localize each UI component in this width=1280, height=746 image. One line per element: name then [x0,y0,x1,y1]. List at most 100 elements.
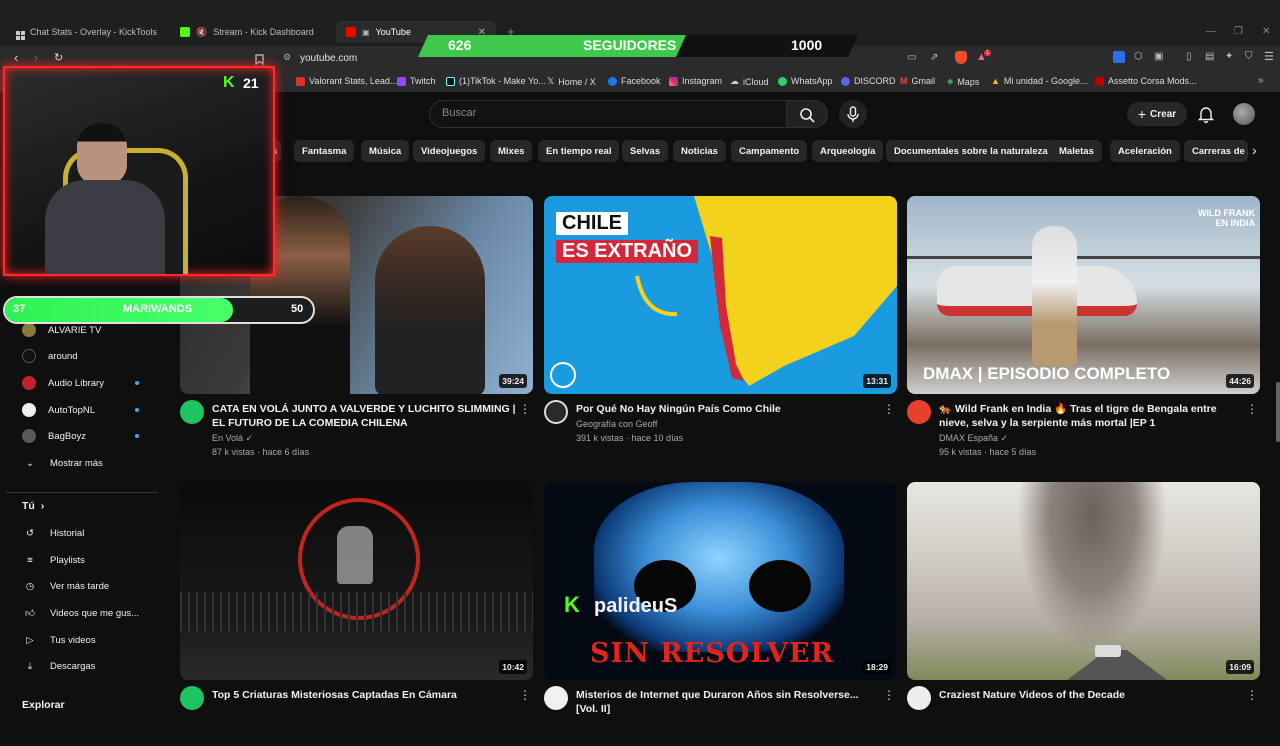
chip[interactable]: Selvas [622,140,669,162]
bookmark-tiktok[interactable]: (1)TikTok - Make Yo... [446,76,546,86]
video-duration: 39:24 [499,374,527,388]
channel-name[interactable]: En Volá ✓ [212,433,253,444]
more-options-icon[interactable]: ⋮ [519,688,531,702]
chip[interactable]: Noticias [673,140,726,162]
video-duration: 13:31 [863,374,891,388]
wallet-icon[interactable]: ▤ [1205,51,1214,62]
extension-icon[interactable] [1113,51,1125,63]
bookmark-discord[interactable]: DISCORD [841,76,896,86]
page-scrollbar[interactable] [1276,382,1280,442]
chip[interactable]: Campamento [731,140,808,162]
channel-avatar[interactable] [180,686,204,710]
chip[interactable]: Documentales sobre la naturaleza [886,140,1056,162]
chip[interactable]: Aceleración [1110,140,1180,162]
extension-icon[interactable]: ⬡ [1134,51,1143,62]
bookmark-icloud[interactable]: ☁ iCloud [730,76,769,87]
vpn-icon[interactable]: ⛉ [1245,51,1253,62]
sidebar-section-explore[interactable]: Explorar [22,698,65,712]
sidebar-icon[interactable]: ▯ [1186,51,1192,62]
brave-shield-icon[interactable] [955,51,967,64]
show-more-button[interactable]: ⌄ Mostrar más [22,453,103,473]
video-title[interactable]: CATA EN VOLÁ JUNTO A VALVERDE Y LUCHITO … [212,402,517,430]
chip[interactable]: Maletas [1051,140,1102,162]
sidebar-item-watch-later[interactable]: ◷ Ver más tarde [22,576,109,596]
ai-icon[interactable]: ✦ [1225,51,1233,62]
share-icon[interactable]: ⇗ [930,52,938,63]
forward-icon[interactable]: › [34,50,38,65]
back-icon[interactable]: ‹ [14,50,18,65]
video-title[interactable]: 🐅 Wild Frank en India 🔥 Tras el tigre de… [939,402,1244,430]
maximize-button[interactable]: ❐ [1234,26,1243,37]
sidebar-item-your-videos[interactable]: ▷ Tus videos [22,630,95,650]
bookmark-twitch[interactable]: Twitch [397,76,436,86]
sidebar-item-history[interactable]: ↺ Historial [22,523,84,543]
notifications-button[interactable] [1196,104,1216,124]
bookmark-valorant[interactable]: Valorant Stats, Lead... [296,76,397,86]
channel-avatar[interactable] [544,686,568,710]
more-options-icon[interactable]: ⋮ [1246,688,1258,702]
bookmark-gmail[interactable]: M Gmail [900,76,935,86]
more-options-icon[interactable]: ⋮ [883,688,895,702]
video-thumbnail[interactable]: 16:09 [907,482,1260,680]
bookmark-google-drive[interactable]: ▲ Mi unidad - Google... [991,76,1087,86]
bookmarks-overflow-icon[interactable]: » [1258,75,1264,86]
voice-search-button[interactable] [839,100,867,128]
close-window-button[interactable]: ✕ [1262,26,1270,37]
video-title[interactable]: Top 5 Criaturas Misteriosas Captadas En … [212,688,517,702]
sidebar-section-you[interactable]: Tú › [22,496,44,516]
channel-avatar[interactable] [907,400,931,424]
reload-icon[interactable]: ↻ [54,51,63,64]
bookmark-assetto[interactable]: Assetto Corsa Mods... [1095,76,1197,86]
video-thumbnail[interactable]: WILD FRANK EN INDIA DMAX | EPISODIO COMP… [907,196,1260,394]
chip[interactable]: Fantasma [294,140,355,162]
minimize-button[interactable]: — [1206,26,1216,37]
channel-avatar[interactable] [180,400,204,424]
url-field[interactable]: youtube.com [300,53,357,64]
video-thumbnail[interactable]: CHILE ES EXTRAÑO 13:31 [544,196,897,394]
site-info-icon[interactable]: ⚙ [283,52,291,63]
channel-avatar[interactable] [544,400,568,424]
extension-icon[interactable]: ▣ [1154,51,1163,62]
chips-next-icon[interactable]: › [1252,142,1257,158]
channel-avatar[interactable] [907,686,931,710]
video-thumbnail[interactable]: 10:42 [180,482,533,680]
sidebar-item-around[interactable]: around [22,346,78,366]
more-options-icon[interactable]: ⋮ [883,402,895,416]
bookmark-x[interactable]: 𝕏 Home / X [547,76,596,87]
sidebar-item-downloads[interactable]: ⤓ Descargas [22,656,96,676]
sidebar-item-bagboyz[interactable]: BagBoyz [22,426,86,446]
bookmark-label: (1)TikTok - Make Yo... [459,76,546,86]
chip[interactable]: Arqueología [812,140,884,162]
video-thumbnail[interactable]: K palideuS SIN RESOLVER 18:29 [544,482,897,680]
create-button[interactable]: + Crear [1127,102,1187,126]
video-title[interactable]: Craziest Nature Videos of the Decade [939,688,1244,702]
chip[interactable]: Mixes [490,140,533,162]
bookmark-whatsapp[interactable]: WhatsApp [778,76,833,86]
video-title[interactable]: Misterios de Internet que Duraron Años s… [576,688,881,716]
chip[interactable]: Carreras de a [1184,140,1248,162]
channel-name[interactable]: DMAX España ✓ [939,433,1008,444]
tab-kick-dashboard[interactable]: 🔇 Stream - Kick Dashboard [180,21,314,43]
chip[interactable]: En tiempo real [538,140,620,162]
channel-name[interactable]: Geografía con Geoff [576,419,657,429]
sidebar-item-liked-videos[interactable]: 👍︎ Videos que me gus... [22,603,139,623]
sidebar-item-autotopnl[interactable]: AutoTopNL [22,400,95,420]
bookmark-facebook[interactable]: Facebook [608,76,661,86]
search-button[interactable] [786,100,828,128]
cast-icon[interactable]: ▭ [907,52,916,63]
tab-title: Stream - Kick Dashboard [213,27,314,37]
avatar[interactable] [1233,103,1255,125]
menu-icon[interactable]: ☰ [1264,50,1274,63]
sidebar-item-audio-library[interactable]: Audio Library [22,373,104,393]
bookmark-maps[interactable]: ⬥ Maps [947,76,979,87]
tab-kicktools[interactable]: Chat Stats - Overlay - KickTools [18,21,157,43]
bookmark-instagram[interactable]: Instagram [669,76,722,86]
chip[interactable]: Videojuegos [413,140,486,162]
chip[interactable]: Música [361,140,410,162]
sidebar-item-playlists[interactable]: ≡ Playlists [22,550,85,570]
more-options-icon[interactable]: ⋮ [1246,402,1258,416]
video-title[interactable]: Por Qué No Hay Ningún País Como Chile [576,402,881,416]
more-options-icon[interactable]: ⋮ [519,402,531,416]
channel-name-text: En Volá [212,433,244,443]
search-input[interactable]: Buscar [429,100,787,128]
